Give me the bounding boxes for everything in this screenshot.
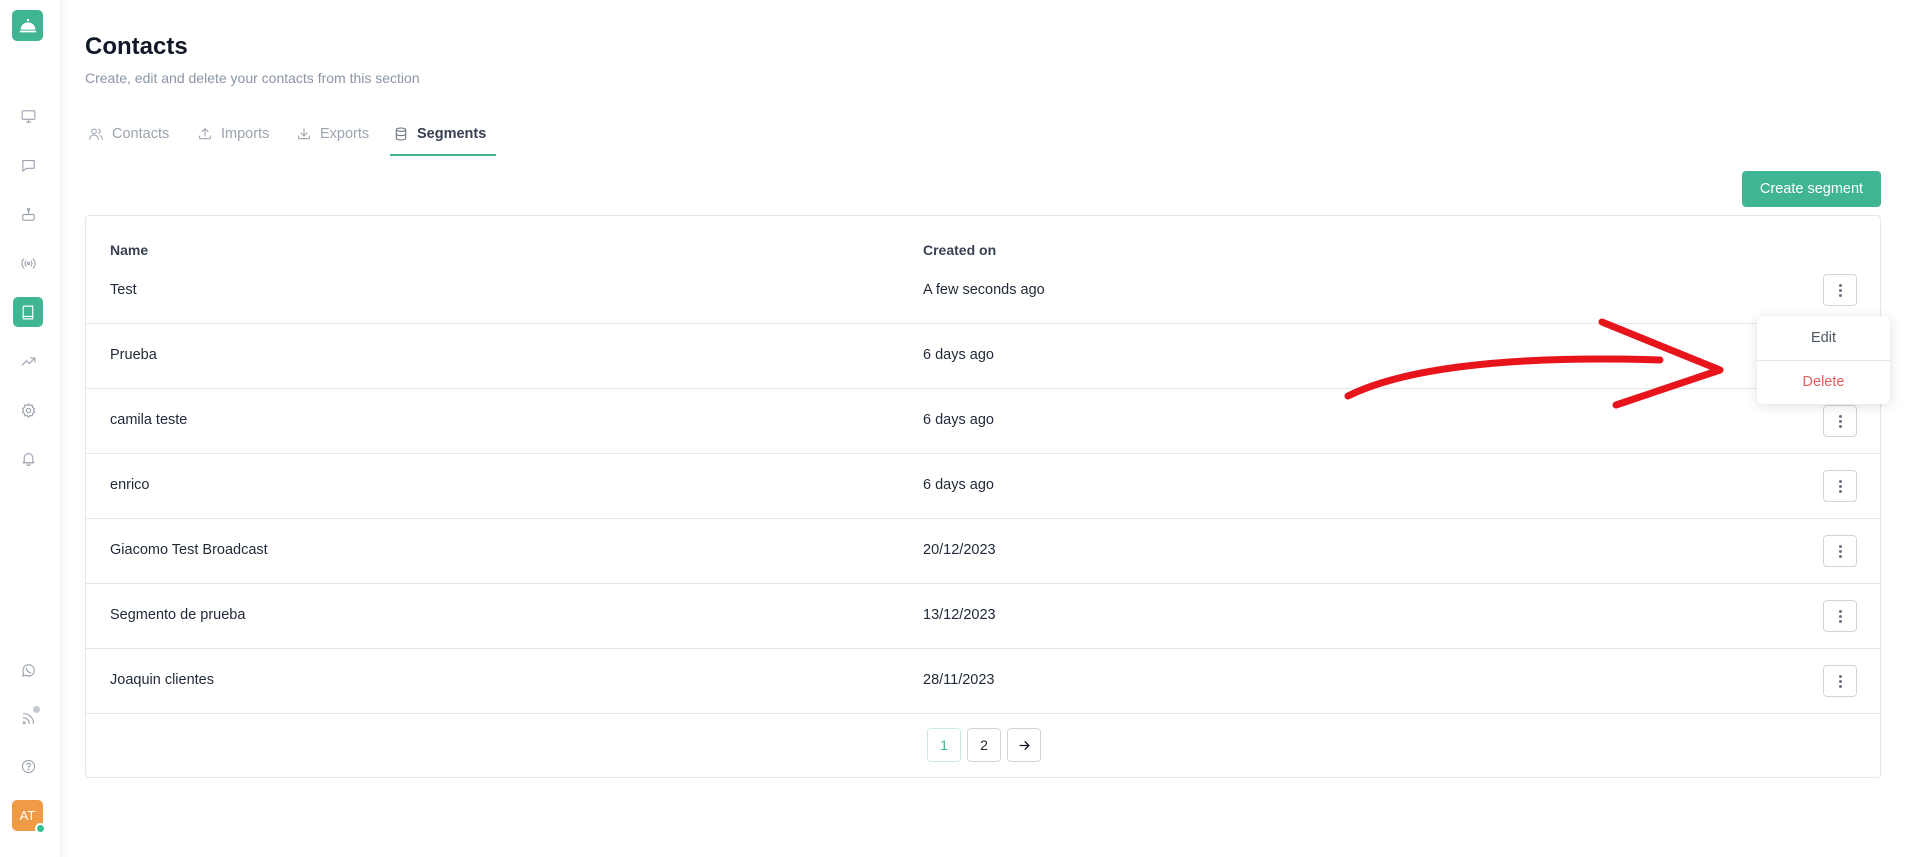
segment-name: enrico [110,477,150,493]
avatar-initials: AT [19,808,36,823]
page-button-2[interactable]: 2 [967,728,1001,762]
segment-name: camila teste [110,412,188,428]
segment-name: Giacomo Test Broadcast [110,542,268,558]
sidebar-item-dashboard[interactable] [13,101,43,131]
row-actions-button[interactable] [1823,665,1857,697]
row-actions-button[interactable] [1823,470,1857,502]
chat-icon [21,159,35,172]
sidebar-item-notifications[interactable] [13,443,43,473]
more-vertical-icon [1838,283,1842,287]
row-actions-button[interactable] [1823,405,1857,437]
whatsapp-icon [21,663,35,677]
upload-icon [199,128,211,140]
menu-item-delete[interactable]: Delete [1757,360,1890,404]
tab-contacts[interactable]: Contacts [88,112,169,156]
table-row: enrico 6 days ago [86,454,1880,519]
more-vertical-icon [1838,619,1842,623]
more-vertical-icon [1838,479,1842,483]
tab-imports[interactable]: Imports [197,112,269,156]
segment-created-on: 28/11/2023 [923,672,995,688]
sidebar-item-broadcasts[interactable] [13,248,43,278]
database-icon [395,127,407,141]
more-vertical-icon [1838,544,1842,548]
more-vertical-icon [1838,554,1842,558]
row-actions-menu: Edit Delete [1757,316,1890,404]
tab-exports[interactable]: Exports [296,112,369,156]
sidebar-item-bots[interactable] [13,199,43,229]
tab-label: Contacts [112,126,170,142]
sidebar: AT [0,0,61,857]
users-icon [89,128,103,140]
monitor-icon [21,109,35,123]
sidebar-item-whatsapp[interactable] [13,655,43,685]
segment-name: Segmento de prueba [110,607,246,623]
segment-created-on: 20/12/2023 [923,542,996,558]
more-vertical-icon [1838,614,1842,618]
sidebar-item-contacts[interactable] [13,297,43,327]
more-vertical-icon [1838,684,1842,688]
more-vertical-icon [1838,679,1842,683]
segment-created-on: 6 days ago [923,412,994,428]
segment-created-on: 13/12/2023 [923,607,996,623]
online-status-dot [35,823,46,834]
row-actions-button[interactable] [1823,535,1857,567]
table-row: Joaquin clientes 28/11/2023 [86,649,1880,714]
sidebar-item-feed[interactable] [13,703,43,733]
tab-label: Imports [221,126,270,142]
row-actions-button[interactable] [1823,600,1857,632]
bot-icon [21,207,35,221]
column-header-created-on: Created on [923,242,997,258]
more-vertical-icon [1838,293,1842,297]
gear-icon [21,402,35,418]
notification-dot [33,706,40,713]
next-page-button[interactable] [1007,728,1041,762]
segment-name: Joaquin clientes [110,672,214,688]
sidebar-item-analytics[interactable] [13,346,43,376]
annotation-arrow-icon [1344,318,1724,409]
bell-icon [22,452,34,466]
tab-label: Segments [417,126,487,142]
more-vertical-icon [1838,609,1842,613]
page-subtitle: Create, edit and delete your contacts fr… [85,70,420,86]
more-vertical-icon [1838,674,1842,678]
table-row: Giacomo Test Broadcast 20/12/2023 [86,519,1880,584]
page-button-1[interactable]: 1 [927,728,961,762]
app-logo[interactable] [12,10,43,41]
arrow-right-icon [1019,740,1029,750]
column-header-name: Name [110,242,149,258]
download-icon [298,128,310,140]
sidebar-item-settings[interactable] [13,395,43,425]
menu-item-edit[interactable]: Edit [1757,316,1890,360]
create-segment-button[interactable]: Create segment [1742,171,1881,207]
more-vertical-icon [1838,489,1842,493]
active-tab-indicator [390,154,496,156]
more-vertical-icon [1838,414,1842,418]
more-vertical-icon [1838,288,1842,292]
more-vertical-icon [1838,484,1842,488]
user-avatar[interactable]: AT [12,800,46,834]
trending-icon [21,356,35,366]
tab-segments[interactable]: Segments [393,112,486,156]
tab-label: Exports [320,126,370,142]
segment-created-on: A few seconds ago [923,282,1045,298]
segment-created-on: 6 days ago [923,477,994,493]
row-actions-button[interactable] [1823,274,1857,306]
sidebar-item-chats[interactable] [13,150,43,180]
segments-table: Name Created on Test A few seconds ago P… [85,215,1881,778]
segment-created-on: 6 days ago [923,347,994,363]
more-vertical-icon [1838,419,1842,423]
segment-name: Test [110,282,137,298]
more-vertical-icon [1838,424,1842,428]
help-icon [21,759,35,773]
segment-name: Prueba [110,347,157,363]
book-icon [22,305,33,319]
sidebar-item-help[interactable] [13,751,43,781]
more-vertical-icon [1838,549,1842,553]
broadcast-icon [20,257,36,269]
bell-service-icon [19,18,36,32]
page-title: Contacts [85,33,188,60]
table-row: Segmento de prueba 13/12/2023 [86,584,1880,649]
